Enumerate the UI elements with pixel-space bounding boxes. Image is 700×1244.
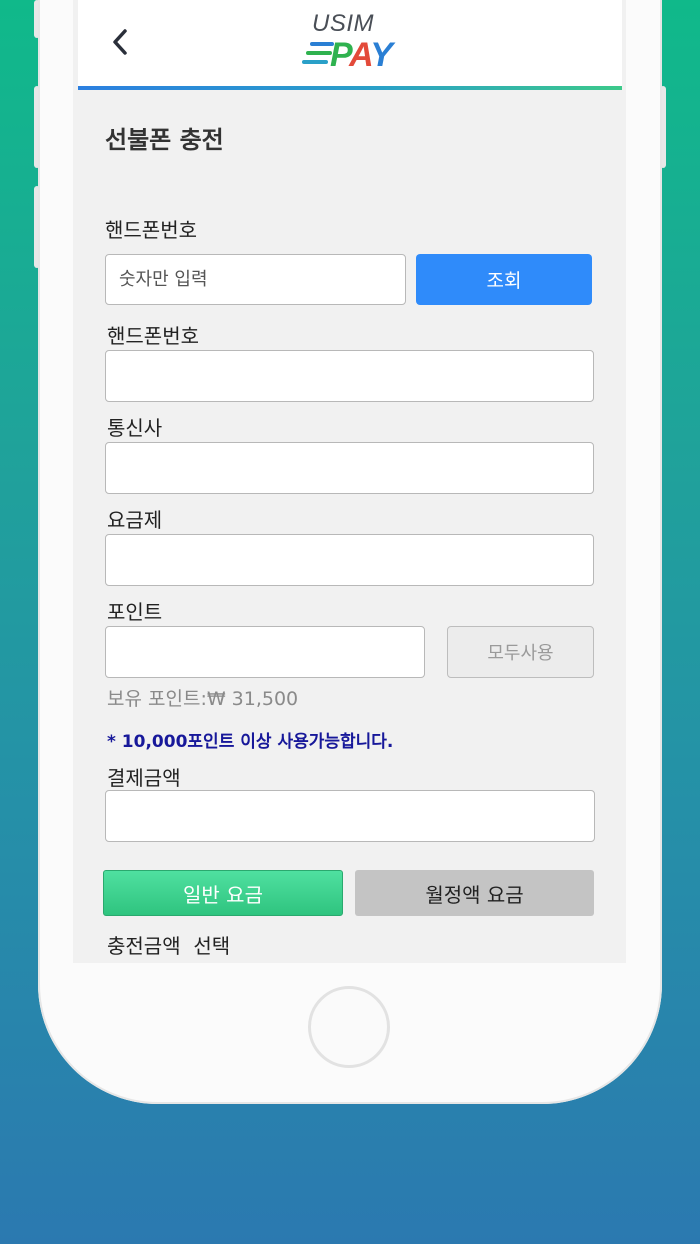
lookup-button[interactable]: 조회 — [416, 254, 592, 305]
general-plan-tab[interactable]: 일반 요금 — [103, 870, 343, 916]
use-all-points-button[interactable]: 모두사용 — [447, 626, 594, 678]
home-button[interactable] — [308, 986, 390, 1068]
points-notice: * 10,000포인트 이상 사용가능합니다. — [107, 732, 394, 752]
points-label: 포인트 — [107, 600, 163, 624]
logo-usim-text: USIM — [312, 10, 374, 37]
logo-pay-text: PAY — [330, 36, 393, 74]
header-divider — [78, 86, 622, 90]
plan-label: 요금제 — [107, 508, 163, 532]
lookup-phone-input[interactable] — [105, 254, 406, 305]
back-button[interactable] — [106, 22, 134, 62]
monthly-plan-tab[interactable]: 월정액 요금 — [355, 870, 594, 916]
points-field[interactable] — [105, 626, 425, 678]
usim-pay-logo: USIM PAY — [302, 8, 402, 74]
top-bar: USIM PAY — [78, 0, 622, 86]
carrier-label: 통신사 — [107, 416, 163, 440]
app-screen: USIM PAY 선불폰 충전 핸드폰번호 조회 핸드폰번호 통신사 요금제 포… — [73, 0, 626, 963]
charge-amount-label: 충전금액 선택 — [107, 934, 231, 958]
payment-amount-field[interactable] — [105, 790, 595, 842]
points-held-text: 보유 포인트:₩ 31,500 — [107, 688, 299, 710]
plan-field[interactable] — [105, 534, 594, 586]
lookup-phone-label: 핸드폰번호 — [105, 218, 197, 242]
phone-label: 핸드폰번호 — [107, 324, 199, 348]
carrier-field[interactable] — [105, 442, 594, 494]
page-title: 선불폰 충전 — [105, 126, 224, 154]
phone-field[interactable] — [105, 350, 594, 402]
chevron-left-icon — [113, 29, 127, 55]
payment-label: 결제금액 — [107, 766, 181, 790]
